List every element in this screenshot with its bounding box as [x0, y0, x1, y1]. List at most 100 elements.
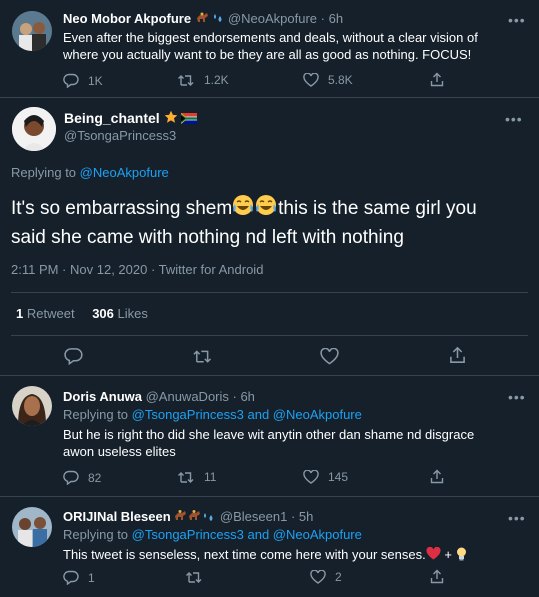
reply-icon [63, 73, 79, 88]
divider [0, 375, 539, 376]
author-name[interactable]: Being_chantel [64, 110, 160, 126]
reply-button[interactable]: 82 [63, 470, 101, 485]
heart-icon [303, 470, 319, 484]
tweet-text: It's so embarrassing shem this is the sam… [11, 194, 477, 251]
light-bulb-emoji [456, 547, 467, 565]
tweet-text-part: It's so embarrassing shem [11, 198, 233, 220]
like-button[interactable]: 145 [303, 470, 348, 484]
retweet-icon [178, 75, 194, 86]
share-icon [430, 469, 444, 484]
replying-to-handle[interactable]: @NeoAkpofure [80, 165, 169, 180]
share-button[interactable] [430, 72, 444, 87]
red-heart-emoji [426, 546, 441, 564]
divider [0, 97, 539, 98]
tweet-text-line: This tweet is senseless, next time come … [63, 547, 426, 562]
replying-to-line: Replying to @TsongaPrincess3 and @NeoAkp… [63, 407, 362, 422]
replying-to-line: Replying to @NeoAkpofure [11, 165, 169, 180]
retweet-button[interactable] [185, 570, 203, 584]
like-total: 306 [92, 306, 114, 321]
author-handle[interactable]: @TsongaPrincess3 [64, 128, 176, 143]
reply-button[interactable]: 1K [63, 73, 103, 88]
tears-of-joy-emoji [232, 194, 278, 224]
avatar-photo [12, 507, 52, 547]
like-count: 5.8K [328, 73, 353, 87]
tweet-meta[interactable]: 2:11 PM · Nov 12, 2020 · Twitter for And… [11, 262, 263, 277]
avatar-photo [12, 11, 52, 51]
replying-to-label: Replying to [63, 407, 129, 422]
avatar[interactable] [12, 11, 52, 51]
retweet-icon [178, 472, 194, 483]
engagement-stats: 1 Retweet 306 Likes [16, 306, 148, 321]
south-africa-flag-emoji [181, 111, 198, 128]
retweet-count: 1.2K [204, 73, 229, 87]
author-handle[interactable]: @NeoAkpofure [228, 11, 317, 26]
reply-count: 82 [88, 470, 102, 485]
replying-to-label: Replying to [11, 165, 77, 180]
tweet-text: But he is right tho did she leave wit an… [63, 426, 474, 460]
retweet-button[interactable]: 1.2K [177, 73, 229, 87]
more-options-icon[interactable]: ••• [505, 111, 523, 127]
share-button[interactable] [430, 469, 444, 484]
more-options-icon[interactable]: ••• [508, 389, 526, 405]
tweet-text-part: this is the same girl you [278, 198, 477, 220]
horse-emoji [195, 12, 209, 28]
replying-to-handles[interactable]: @TsongaPrincess3 and @NeoAkpofure [132, 527, 362, 542]
more-options-icon[interactable]: ••• [508, 12, 526, 28]
avatar[interactable] [12, 107, 56, 151]
heart-icon [320, 348, 339, 365]
retweet-stat[interactable]: 1 Retweet [16, 306, 78, 321]
tweet-text-line: But he is right tho did she leave wit an… [63, 427, 475, 442]
more-options-icon[interactable]: ••• [508, 510, 526, 526]
plus-sign: + [444, 547, 452, 562]
horse-racing-emoji [174, 509, 216, 526]
tweet-text-line: awon useless elites [63, 444, 176, 459]
author-handle[interactable]: @AnuwaDoris [146, 389, 229, 404]
retweet-total: 1 [16, 306, 24, 321]
tweet-text: Even after the biggest endorsements and … [63, 29, 478, 63]
retweet-icon [186, 572, 202, 583]
avatar[interactable] [12, 507, 52, 547]
share-icon [430, 72, 444, 87]
droplets-emoji [212, 12, 224, 28]
tweet-text-line: said she came with nothing nd left with … [11, 227, 404, 248]
avatar[interactable] [12, 386, 52, 426]
share-icon [430, 569, 444, 584]
like-count: 145 [328, 470, 349, 484]
heart-icon [303, 73, 319, 87]
reply-button[interactable]: 1 [63, 570, 95, 585]
like-button[interactable]: 5.8K [303, 73, 353, 87]
replying-to-label: Replying to [63, 527, 129, 542]
tweet-time[interactable]: · 6h [233, 389, 255, 404]
heart-icon [310, 570, 326, 584]
author-handle[interactable]: @Bleseen1 [220, 509, 287, 524]
tweet-time[interactable]: · 6h [321, 11, 343, 26]
reply-button[interactable] [64, 347, 83, 365]
reply-icon [63, 470, 79, 485]
retweet-count: 11 [204, 470, 217, 484]
like-label: Likes [117, 306, 148, 321]
like-button[interactable]: 2 [310, 570, 342, 584]
tweet-text-line: where you actually want to be they are a… [63, 47, 472, 62]
star-emoji [164, 110, 178, 128]
share-icon [450, 346, 465, 363]
reply-icon [64, 348, 83, 365]
tweet-text: This tweet is senseless, next time come … [63, 546, 467, 565]
share-button[interactable] [430, 569, 444, 584]
retweet-button[interactable] [192, 348, 213, 364]
retweet-label: Retweet [26, 306, 75, 321]
tweet-time[interactable]: · 5h [291, 509, 313, 524]
author-name[interactable]: Doris Anuwa [63, 389, 142, 404]
author-name[interactable]: ORIJINal Bleseen [63, 509, 171, 524]
reply-count: 1K [88, 73, 103, 88]
like-stat[interactable]: 306 Likes [92, 306, 148, 321]
avatar-photo [12, 107, 56, 151]
like-button[interactable] [320, 348, 339, 365]
author-name[interactable]: Neo Mobor Akpofure [63, 11, 191, 26]
divider [11, 335, 528, 336]
retweet-icon [193, 350, 212, 363]
replying-to-handles[interactable]: @TsongaPrincess3 and @NeoAkpofure [132, 407, 362, 422]
share-button[interactable] [449, 346, 466, 364]
retweet-button[interactable]: 11 [177, 470, 216, 484]
divider [11, 292, 528, 293]
reply-count: 1 [88, 570, 95, 585]
